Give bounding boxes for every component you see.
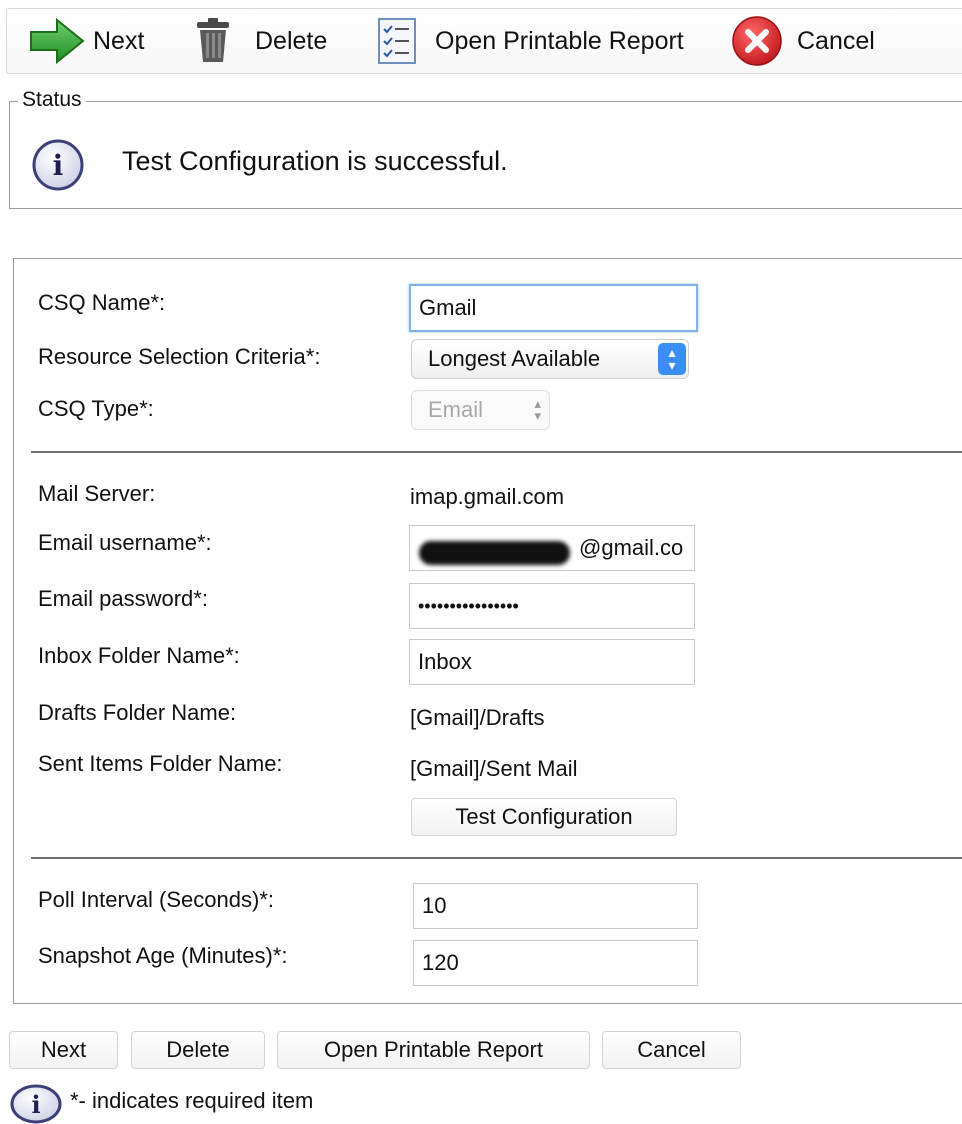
toolbar-delete-label: Delete <box>255 26 328 55</box>
resource-selection-label: Resource Selection Criteria*: <box>38 344 321 369</box>
resource-selection-value: Longest Available <box>428 346 601 371</box>
test-configuration-button[interactable]: Test Configuration <box>411 798 677 836</box>
toolbar-cancel-button[interactable]: Cancel <box>731 9 875 73</box>
arrow-right-icon <box>30 18 85 64</box>
status-message: Test Configuration is successful. <box>122 146 508 176</box>
info-icon: i <box>10 1084 62 1124</box>
required-note: *- indicates required item <box>70 1088 314 1113</box>
svg-text:i: i <box>53 149 64 182</box>
bottom-next-button[interactable]: Next <box>9 1031 118 1069</box>
email-username-label: Email username*: <box>38 530 212 555</box>
drafts-folder-label: Drafts Folder Name: <box>38 700 237 725</box>
sent-folder-label: Sent Items Folder Name: <box>38 751 283 776</box>
toolbar-report-label: Open Printable Report <box>435 26 684 55</box>
inbox-folder-input[interactable]: Inbox <box>409 639 695 685</box>
trash-icon <box>197 18 229 62</box>
poll-interval-label: Poll Interval (Seconds)*: <box>38 887 274 912</box>
email-password-input[interactable]: •••••••••••••••• <box>409 583 695 629</box>
status-legend: Status <box>18 88 86 112</box>
section-divider <box>31 857 962 859</box>
toolbar: Next Delete Open Printable Report Cancel <box>6 8 962 74</box>
bottom-report-button[interactable]: Open Printable Report <box>277 1031 590 1069</box>
drafts-folder-value: [Gmail]/Drafts <box>410 705 545 730</box>
mail-server-label: Mail Server: <box>38 481 156 506</box>
csq-name-input[interactable]: Gmail <box>409 284 698 332</box>
bottom-delete-button[interactable]: Delete <box>131 1031 265 1069</box>
select-arrows-icon: ▴ ▾ <box>658 343 686 375</box>
email-password-label: Email password*: <box>38 586 208 611</box>
toolbar-report-button[interactable]: Open Printable Report <box>377 9 684 73</box>
mail-server-value: imap.gmail.com <box>410 484 565 509</box>
email-username-value: @gmail.co <box>579 535 684 560</box>
csq-type-label: CSQ Type*: <box>38 396 154 421</box>
toolbar-cancel-label: Cancel <box>797 26 875 55</box>
resource-selection-select[interactable]: Longest Available ▴ ▾ <box>411 339 689 379</box>
csq-type-value: Email <box>428 397 484 422</box>
inbox-folder-label: Inbox Folder Name*: <box>38 643 240 668</box>
toolbar-next-label: Next <box>93 26 145 55</box>
toolbar-next-button[interactable]: Next <box>29 9 144 73</box>
csq-type-select[interactable]: Email ▴ ▾ <box>411 390 550 430</box>
csq-name-label: CSQ Name*: <box>38 290 166 315</box>
poll-interval-input[interactable]: 10 <box>413 883 698 929</box>
svg-text:i: i <box>31 1090 40 1119</box>
bottom-cancel-button[interactable]: Cancel <box>602 1031 741 1069</box>
section-divider <box>31 451 962 453</box>
sent-folder-value: [Gmail]/Sent Mail <box>410 756 578 781</box>
toolbar-delete-button[interactable]: Delete <box>193 9 327 73</box>
redacted-username <box>419 541 570 565</box>
select-arrows-icon: ▴ ▾ <box>534 396 541 423</box>
checklist-icon <box>378 18 416 64</box>
snapshot-age-input[interactable]: 120 <box>413 940 698 986</box>
cancel-x-icon <box>732 16 782 66</box>
snapshot-age-label: Snapshot Age (Minutes)*: <box>38 943 288 968</box>
info-icon: i <box>32 139 84 191</box>
